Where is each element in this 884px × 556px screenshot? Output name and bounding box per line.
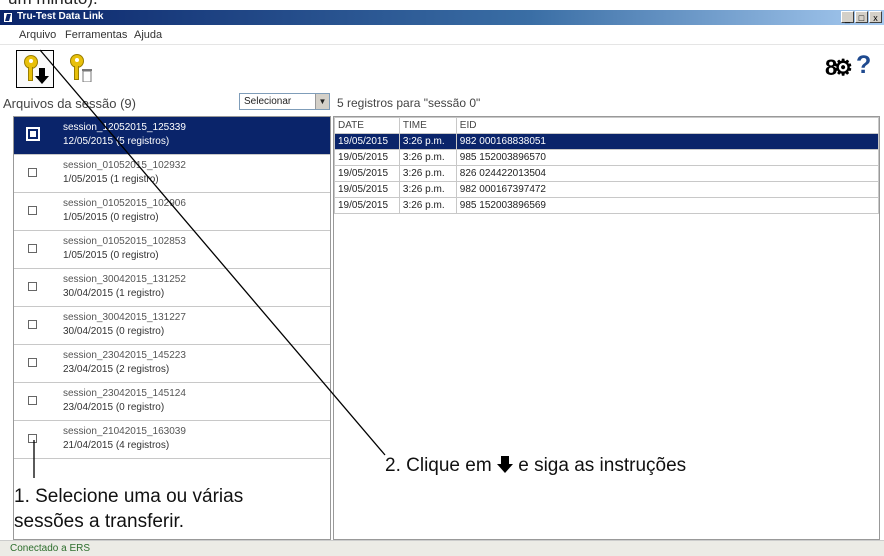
column-header-date[interactable]: DATE (334, 117, 400, 134)
window-title: Tru-Test Data Link (17, 11, 104, 22)
session-list[interactable]: session_12052015_125339 12/05/2015 (5 re… (13, 116, 331, 540)
cell-eid: 982 000167397472 (455, 181, 879, 198)
minimize-button[interactable]: _ (841, 11, 854, 23)
session-name: session_21042015_163039 (63, 426, 186, 437)
table-row[interactable]: 19/05/2015 3:26 p.m. 985 152003896570 (334, 149, 879, 166)
session-checkbox[interactable] (28, 434, 37, 443)
session-name: session_01052015_102932 (63, 160, 186, 171)
session-name: session_23042015_145223 (63, 350, 186, 361)
list-item[interactable]: session_01052015_102853 1/05/2015 (0 reg… (14, 231, 330, 269)
chevron-down-icon[interactable]: ▼ (315, 94, 329, 109)
toolbar: 8⚙ ? (0, 45, 884, 93)
records-table: DATE TIME EID 19/05/2015 3:26 p.m. 982 0… (334, 117, 879, 214)
cell-eid: 826 024422013504 (455, 165, 879, 182)
session-name: session_30042015_131227 (63, 312, 186, 323)
list-item[interactable]: session_30042015_131252 30/04/2015 (1 re… (14, 269, 330, 307)
left-header: Arquivos da sessão (9) Selecionar ▼ (0, 93, 331, 115)
annotation-step1-line2: sessões a transferir. (14, 511, 185, 532)
session-checkbox[interactable] (26, 127, 40, 141)
transfer-button[interactable] (16, 50, 54, 88)
table-row[interactable]: 19/05/2015 3:26 p.m. 985 152003896569 (334, 197, 879, 214)
cell-time: 3:26 p.m. (398, 149, 457, 166)
list-item[interactable]: session_01052015_102906 1/05/2015 (0 reg… (14, 193, 330, 231)
session-checkbox[interactable] (28, 396, 37, 405)
cell-date: 19/05/2015 (334, 165, 400, 182)
session-name: session_30042015_131252 (63, 274, 186, 285)
session-info: 1/05/2015 (0 registro) (63, 250, 159, 261)
list-item[interactable]: session_01052015_102932 1/05/2015 (1 reg… (14, 155, 330, 193)
session-checkbox[interactable] (28, 206, 37, 215)
list-item[interactable]: session_12052015_125339 12/05/2015 (5 re… (14, 117, 330, 155)
session-checkbox[interactable] (28, 168, 37, 177)
cell-time: 3:26 p.m. (398, 133, 457, 150)
column-header-eid[interactable]: EID (455, 117, 879, 134)
list-item[interactable]: session_23042015_145124 23/04/2015 (0 re… (14, 383, 330, 421)
annotation-step2-prefix: 2. Clique em (385, 455, 492, 476)
cropped-caption-text: um minuto). (0, 0, 884, 10)
list-item[interactable]: session_21042015_163039 21/04/2015 (4 re… (14, 421, 330, 459)
session-checkbox[interactable] (28, 244, 37, 253)
session-checkbox[interactable] (28, 358, 37, 367)
session-checkbox[interactable] (28, 320, 37, 329)
delete-button[interactable] (62, 50, 100, 88)
settings-gear-icon[interactable]: 8⚙ (825, 55, 853, 81)
list-item[interactable]: session_23042015_145223 23/04/2015 (2 re… (14, 345, 330, 383)
status-bar: Conectado a ERS (0, 540, 884, 556)
table-row[interactable]: 19/05/2015 3:26 p.m. 826 024422013504 (334, 165, 879, 182)
table-row[interactable]: 19/05/2015 3:26 p.m. 982 000167397472 (334, 181, 879, 198)
select-dropdown[interactable]: Selecionar ▼ (239, 93, 330, 110)
down-arrow-icon (496, 456, 513, 473)
annotation-step1: 1. Selecione uma ou várias sessões a tra… (14, 484, 243, 534)
cell-eid: 985 152003896570 (455, 149, 879, 166)
session-info: 1/05/2015 (1 registro) (63, 174, 159, 185)
session-name: session_01052015_102853 (63, 236, 186, 247)
menu-ferramentas[interactable]: Ferramentas (65, 29, 127, 41)
annotation-step2: 2. Clique em e siga as instruções (385, 455, 686, 477)
status-text: Conectado a ERS (10, 543, 91, 554)
cell-eid: 982 000168838051 (455, 133, 879, 150)
cell-time: 3:26 p.m. (398, 197, 457, 214)
cell-date: 19/05/2015 (334, 133, 400, 150)
cell-date: 19/05/2015 (334, 149, 400, 166)
records-header: 5 registros para "sessão 0" (337, 96, 481, 110)
session-name: session_23042015_145124 (63, 388, 186, 399)
trash-icon (82, 69, 92, 82)
session-info: 1/05/2015 (0 registro) (63, 212, 159, 223)
session-info: 30/04/2015 (1 registro) (63, 288, 165, 299)
cell-time: 3:26 p.m. (398, 165, 457, 182)
menu-bar: Arquivo Ferramentas Ajuda (0, 25, 884, 45)
maximize-button[interactable]: □ (855, 11, 868, 23)
annotation-step1-line1: 1. Selecione uma ou várias (14, 486, 244, 507)
help-icon[interactable]: ? (856, 51, 871, 80)
cell-date: 19/05/2015 (334, 181, 400, 198)
session-files-label: Arquivos da sessão (9) (3, 96, 136, 111)
table-row[interactable]: 19/05/2015 3:26 p.m. 982 000168838051 (334, 133, 879, 150)
cell-date: 19/05/2015 (334, 197, 400, 214)
menu-ajuda[interactable]: Ajuda (134, 29, 162, 41)
annotation-step2-suffix: e siga as instruções (518, 455, 687, 476)
session-name: session_12052015_125339 (63, 122, 186, 133)
session-info: 23/04/2015 (0 registro) (63, 402, 165, 413)
session-info: 12/05/2015 (5 registros) (63, 136, 170, 147)
cell-eid: 985 152003896569 (455, 197, 879, 214)
close-button[interactable]: x (869, 11, 882, 23)
session-info: 21/04/2015 (4 registros) (63, 440, 170, 451)
select-value: Selecionar (244, 96, 292, 107)
session-info: 23/04/2015 (2 registros) (63, 364, 170, 375)
session-checkbox[interactable] (28, 282, 37, 291)
session-name: session_01052015_102906 (63, 198, 186, 209)
list-item[interactable]: session_30042015_131227 30/04/2015 (0 re… (14, 307, 330, 345)
column-header-time[interactable]: TIME (398, 117, 457, 134)
session-info: 30/04/2015 (0 registro) (63, 326, 165, 337)
title-bar: Tru-Test Data Link _ □ x (0, 10, 884, 25)
down-arrow-icon (35, 68, 49, 84)
cell-time: 3:26 p.m. (398, 181, 457, 198)
app-icon (3, 12, 13, 23)
menu-arquivo[interactable]: Arquivo (19, 29, 56, 41)
